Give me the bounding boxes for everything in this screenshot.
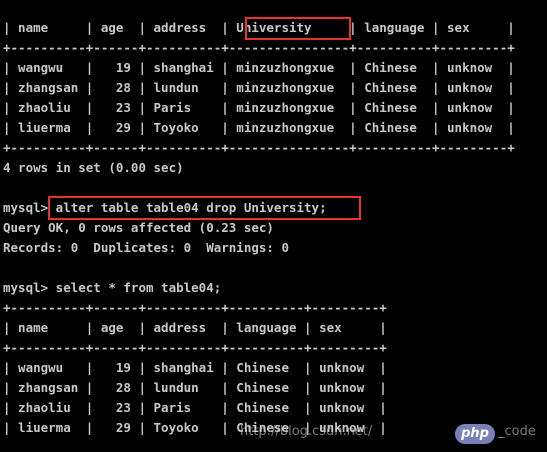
watermark-suffix: _code (498, 424, 536, 439)
terminal-line: | wangwu | 19 | shanghai | Chinese | unk… (3, 360, 387, 375)
terminal-line: | zhaoliu | 23 | Paris | minzuzhongxue |… (3, 100, 515, 115)
university-column-highlight (245, 17, 351, 40)
terminal-line: | zhangsan | 28 | lundun | minzuzhongxue… (3, 80, 515, 95)
terminal-line: 4 rows in set (0.00 sec) (3, 160, 184, 175)
terminal-line: | wangwu | 19 | shanghai | minzuzhongxue… (3, 60, 515, 75)
watermark-url: http://blog.csdn.net/ (240, 424, 373, 439)
terminal-line: | name | age | address | language | sex … (3, 320, 387, 335)
terminal-line: | zhangsan | 28 | lundun | Chinese | unk… (3, 380, 387, 395)
terminal-line: +----------+------+----------+----------… (3, 40, 515, 55)
terminal-line: +----------+------+----------+----------… (3, 300, 387, 315)
terminal-line: +----------+------+----------+----------… (3, 340, 387, 355)
terminal-line: Query OK, 0 rows affected (0.23 sec) (3, 220, 274, 235)
terminal-window[interactable]: | name | age | address | University | la… (0, 0, 547, 452)
terminal-line: | liuerma | 29 | Toyoko | minzuzhongxue … (3, 120, 515, 135)
terminal-line: +----------+------+----------+----------… (3, 140, 515, 155)
alter-command-highlight (48, 196, 361, 220)
terminal-line: Records: 0 Duplicates: 0 Warnings: 0 (3, 240, 289, 255)
terminal-line: mysql> select * from table04; (3, 280, 222, 295)
terminal-line: | zhaoliu | 23 | Paris | Chinese | unkno… (3, 400, 387, 415)
php-logo: php (455, 424, 495, 444)
